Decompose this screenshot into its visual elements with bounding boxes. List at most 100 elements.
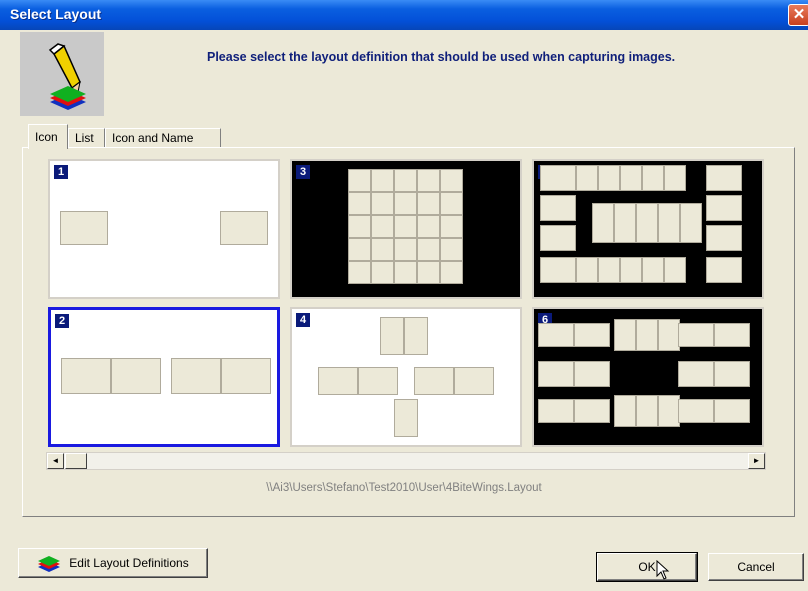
layout-cell xyxy=(394,192,417,215)
layout-cell xyxy=(636,395,658,427)
layout-grid: 1 2 3 4 5 xyxy=(46,157,766,449)
layout-cell xyxy=(574,323,610,347)
mouse-pointer-icon xyxy=(656,560,670,580)
layout-cell xyxy=(371,215,394,238)
layout-cell xyxy=(540,225,576,251)
layout-cell xyxy=(680,203,702,243)
tab-icon-and-name[interactable]: Icon and Name xyxy=(105,128,221,148)
layout-cell xyxy=(417,238,440,261)
layout-cell xyxy=(714,399,750,423)
layout-cell xyxy=(658,319,680,351)
layout-cell xyxy=(678,361,714,387)
cancel-button[interactable]: Cancel xyxy=(708,553,804,581)
select-layout-dialog: Select Layout ✕ Please select the layout… xyxy=(0,0,808,591)
layout-cell xyxy=(614,319,636,351)
layout-tile-3[interactable]: 3 xyxy=(290,159,522,299)
layout-cell xyxy=(576,257,598,283)
layout-cell xyxy=(371,238,394,261)
edit-layout-label: Edit Layout Definitions xyxy=(69,556,189,570)
layout-cell xyxy=(394,399,418,437)
layout-cell xyxy=(417,192,440,215)
tab-list[interactable]: List xyxy=(68,128,105,148)
layout-cell xyxy=(658,395,680,427)
layout-cell xyxy=(574,399,610,423)
layout-cell xyxy=(171,358,221,394)
layout-cell xyxy=(414,367,454,395)
ok-button[interactable]: OK xyxy=(596,552,698,582)
layout-cell xyxy=(220,211,268,245)
layout-cell xyxy=(642,165,664,191)
layout-tile-6[interactable]: 6 xyxy=(532,307,764,447)
ok-label: OK xyxy=(638,560,656,574)
layout-cell xyxy=(540,165,576,191)
arrow-left-icon: ◄ xyxy=(51,456,60,465)
layout-cell xyxy=(60,211,108,245)
horizontal-scrollbar[interactable]: ◄ ► xyxy=(46,452,766,470)
layout-cell xyxy=(394,169,417,192)
layout-cell xyxy=(706,195,742,221)
layout-tile-1[interactable]: 1 xyxy=(48,159,280,299)
layout-tile-5[interactable]: 5 xyxy=(532,159,764,299)
layout-cell xyxy=(706,225,742,251)
layout-cell xyxy=(417,261,440,284)
layout-cell xyxy=(348,169,371,192)
layout-number: 3 xyxy=(296,165,310,179)
layout-cell xyxy=(454,367,494,395)
layout-cell xyxy=(440,192,463,215)
layout-tile-2[interactable]: 2 xyxy=(48,307,280,447)
layout-cell xyxy=(598,165,620,191)
layout-cell xyxy=(440,261,463,284)
layout-cell xyxy=(417,169,440,192)
layout-cell xyxy=(678,323,714,347)
instruction-text: Please select the layout definition that… xyxy=(207,50,676,64)
layout-cell xyxy=(348,261,371,284)
layout-cell xyxy=(714,323,750,347)
layout-cell xyxy=(678,399,714,423)
cancel-label: Cancel xyxy=(737,560,775,574)
layout-file-path: \\Ai3\Users\Stefano\Test2010\User\4BiteW… xyxy=(266,482,542,494)
layout-cell xyxy=(706,165,742,191)
layout-cell xyxy=(221,358,271,394)
layout-number: 4 xyxy=(296,313,310,327)
close-icon: ✕ xyxy=(792,6,806,23)
layout-cell xyxy=(440,169,463,192)
layout-cell xyxy=(538,361,574,387)
title-bar[interactable]: Select Layout ✕ xyxy=(0,0,808,30)
layout-cell xyxy=(61,358,111,394)
window-title: Select Layout xyxy=(10,6,102,22)
scroll-right-button[interactable]: ► xyxy=(748,453,765,469)
arrow-right-icon: ► xyxy=(752,456,761,465)
layout-cell xyxy=(598,257,620,283)
layout-cell xyxy=(538,399,574,423)
layout-cell xyxy=(394,261,417,284)
layout-cell xyxy=(371,192,394,215)
layout-cell xyxy=(404,317,428,355)
layout-cell xyxy=(636,319,658,351)
close-button[interactable]: ✕ xyxy=(788,4,808,26)
layout-cell xyxy=(348,192,371,215)
layout-cell xyxy=(714,361,750,387)
layout-cell xyxy=(380,317,404,355)
scroll-left-button[interactable]: ◄ xyxy=(47,453,64,469)
layers-icon xyxy=(38,555,61,572)
layout-cell xyxy=(348,238,371,261)
layout-cell xyxy=(576,165,598,191)
pencil-layers-icon xyxy=(20,32,104,116)
layout-cell xyxy=(348,215,371,238)
layout-cell xyxy=(540,257,576,283)
layout-cell xyxy=(614,395,636,427)
layout-cell xyxy=(664,165,686,191)
layout-cell xyxy=(440,215,463,238)
layout-cell xyxy=(318,367,358,395)
scrollbar-thumb[interactable] xyxy=(65,453,87,469)
layout-cell xyxy=(614,203,636,243)
edit-layout-definitions-button[interactable]: Edit Layout Definitions xyxy=(18,548,208,578)
tab-icon[interactable]: Icon xyxy=(28,124,68,149)
layout-cell xyxy=(417,215,440,238)
layout-number: 2 xyxy=(55,314,69,328)
layout-number: 1 xyxy=(54,165,68,179)
layout-tile-4[interactable]: 4 xyxy=(290,307,522,447)
layout-cell xyxy=(636,203,658,243)
layout-cell xyxy=(620,257,642,283)
layout-cell xyxy=(706,257,742,283)
